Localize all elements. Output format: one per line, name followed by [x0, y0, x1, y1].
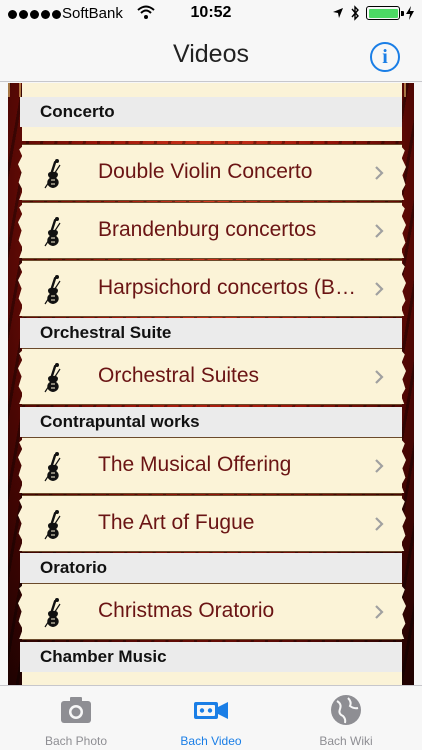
row-label: Christmas Oratorio — [98, 599, 275, 622]
tab-bach-video[interactable]: Bach Video — [141, 686, 281, 750]
section-header-concerto: Concerto — [20, 97, 402, 127]
chevron-right-icon — [375, 166, 384, 180]
video-list[interactable]: Concerto Double Violin Concerto Brandenb… — [8, 83, 414, 685]
list-item-partial — [22, 127, 402, 141]
tab-bar: Bach Photo Bach Video Bach Wiki — [0, 685, 422, 750]
bluetooth-icon — [351, 5, 359, 21]
section-header-oratorio: Oratorio — [20, 553, 402, 583]
chevron-right-icon — [375, 224, 384, 238]
row-art-of-fugue[interactable]: The Art of Fugue — [22, 495, 402, 552]
status-right-icons — [332, 5, 414, 21]
chevron-right-icon — [375, 370, 384, 384]
globe-icon — [331, 695, 361, 725]
video-camera-icon — [194, 702, 228, 719]
row-label: Double Violin Concerto — [98, 160, 313, 183]
row-label: Orchestral Suites — [98, 364, 260, 387]
chevron-right-icon — [375, 459, 384, 473]
violin-icon — [44, 509, 61, 540]
tab-label: Bach Video — [180, 734, 242, 748]
charging-bolt-icon — [406, 6, 414, 20]
tab-label: Bach Wiki — [319, 734, 373, 748]
row-label: Harpsichord concertos (BWV 1052-1065) — [98, 276, 363, 299]
section-header-contrapuntal-works: Contrapuntal works — [20, 407, 402, 437]
tab-label: Bach Photo — [44, 734, 108, 748]
violin-icon — [44, 451, 61, 482]
row-brandenburg-concertos[interactable]: Brandenburg concertos — [22, 202, 402, 259]
chevron-right-icon — [375, 517, 384, 531]
section-header-orchestral-suite: Orchestral Suite — [20, 318, 402, 348]
tab-bach-photo[interactable]: Bach Photo — [6, 686, 146, 750]
row-harpsichord-concertos[interactable]: Harpsichord concertos (BWV 1052-1065) — [22, 260, 402, 317]
row-label: The Musical Offering — [98, 453, 292, 476]
violin-icon — [44, 597, 61, 628]
battery-icon — [366, 6, 404, 20]
camera-icon — [61, 697, 91, 723]
location-arrow-icon — [333, 8, 343, 18]
violin-icon — [44, 216, 61, 247]
section-header-chamber-music: Chamber Music — [20, 642, 402, 672]
tab-bach-wiki[interactable]: Bach Wiki — [276, 686, 416, 750]
row-label: The Art of Fugue — [98, 511, 255, 534]
row-christmas-oratorio[interactable]: Christmas Oratorio — [22, 583, 402, 640]
chevron-right-icon — [375, 605, 384, 619]
page-title: Videos — [173, 40, 249, 68]
violin-icon — [44, 158, 61, 189]
screen: SoftBank 10:52 Videos i Concerto Double … — [0, 0, 422, 750]
violin-icon — [44, 274, 61, 305]
chevron-right-icon — [375, 282, 384, 296]
navigation-bar: Videos i — [0, 30, 422, 82]
row-orchestral-suites[interactable]: Orchestral Suites — [22, 348, 402, 405]
row-double-violin-concerto[interactable]: Double Violin Concerto — [22, 144, 402, 201]
violin-icon — [44, 362, 61, 393]
info-button[interactable]: i — [370, 42, 400, 72]
status-bar: SoftBank 10:52 — [0, 0, 422, 30]
list-item-partial — [22, 672, 402, 685]
row-label: Brandenburg concertos — [98, 218, 317, 241]
row-musical-offering[interactable]: The Musical Offering — [22, 437, 402, 494]
